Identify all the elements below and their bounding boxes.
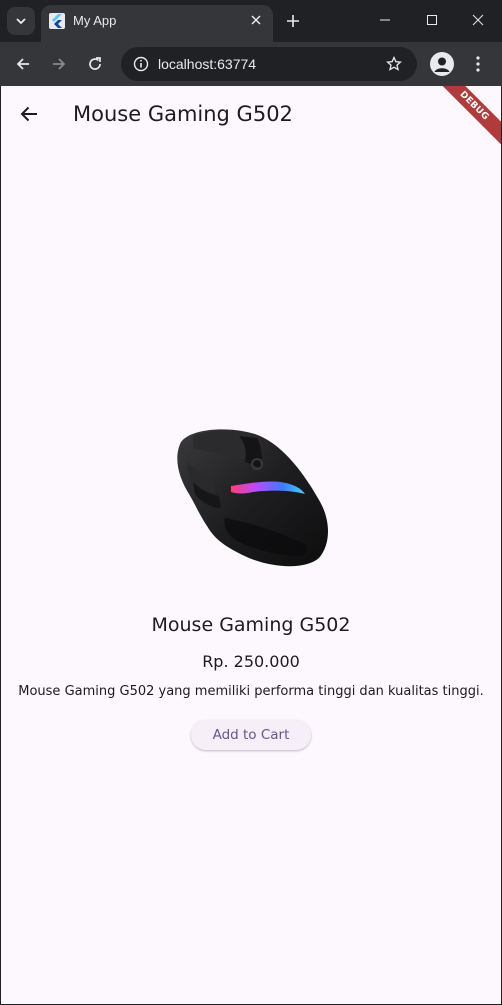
bookmark-button[interactable]: [383, 53, 405, 75]
window-close-button[interactable]: [464, 8, 492, 32]
new-tab-button[interactable]: [282, 10, 304, 32]
app-back-button[interactable]: [13, 98, 45, 130]
product-price: Rp. 250.000: [202, 652, 300, 671]
site-info-button[interactable]: [129, 52, 153, 76]
address-bar[interactable]: localhost:63774: [121, 47, 417, 81]
tab-close-button[interactable]: [247, 11, 265, 29]
tab-title: My App: [73, 13, 117, 28]
forward-arrow-icon: [53, 58, 66, 70]
close-icon: [472, 14, 484, 26]
plus-icon: [287, 15, 299, 27]
minimize-button[interactable]: [371, 8, 399, 32]
app-bar: Mouse Gaming G502: [1, 86, 501, 142]
flutter-favicon-icon: [49, 13, 65, 29]
more-vert-icon: [476, 56, 480, 72]
product-name: Mouse Gaming G502: [151, 614, 351, 636]
profile-icon: [434, 57, 450, 72]
browser-toolbar: localhost:63774: [0, 42, 502, 86]
back-button[interactable]: [10, 51, 36, 77]
product-image: [177, 429, 328, 567]
app-viewport: Mouse Gaming G502 DEBUG Mouse Gaming G50…: [1, 86, 501, 1004]
chevron-down-icon: [16, 18, 26, 25]
reload-icon: [89, 57, 101, 70]
back-arrow-icon: [16, 58, 29, 70]
forward-button[interactable]: [46, 51, 72, 77]
page-title: Mouse Gaming G502: [73, 102, 293, 126]
close-icon: [251, 15, 261, 25]
tab-search-button[interactable]: [7, 7, 35, 35]
back-arrow-icon: [20, 106, 37, 122]
star-icon: [386, 56, 402, 71]
maximize-button[interactable]: [418, 8, 446, 32]
info-icon: [133, 56, 149, 72]
minimize-icon: [380, 19, 390, 21]
add-to-cart-button[interactable]: Add to Cart: [191, 720, 311, 750]
browser-tab-strip: My App: [0, 0, 502, 42]
browser-menu-button[interactable]: [468, 52, 488, 76]
maximize-icon: [427, 15, 437, 25]
reload-button[interactable]: [82, 51, 108, 77]
url-text: localhost:63774: [158, 56, 257, 72]
profile-button[interactable]: [430, 52, 454, 76]
product-description: Mouse Gaming G502 yang memiliki performa…: [18, 684, 484, 699]
browser-tab[interactable]: My App: [41, 5, 273, 42]
